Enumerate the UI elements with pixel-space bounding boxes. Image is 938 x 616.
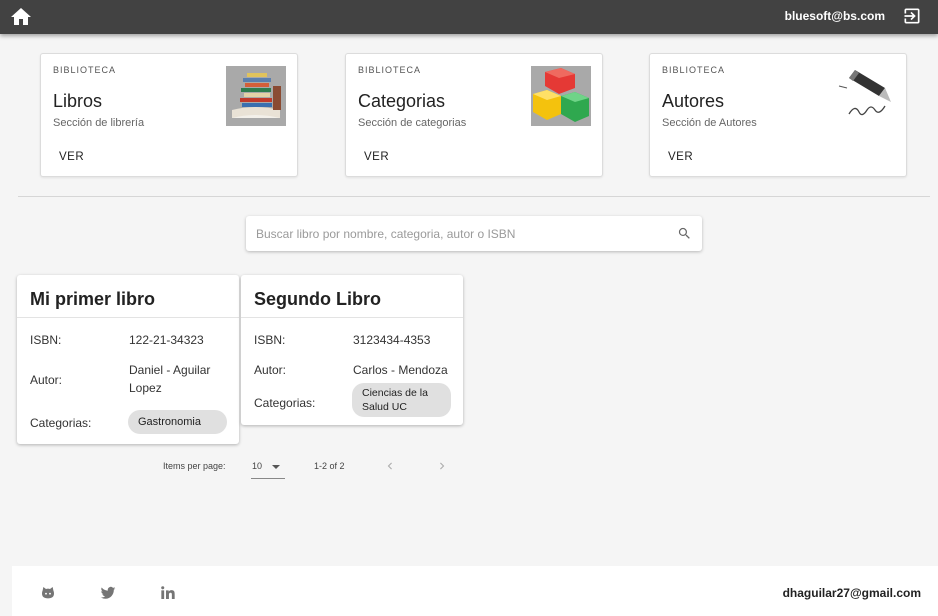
page-size-value: 10 [252, 461, 263, 471]
book-title: Segundo Libro [241, 275, 463, 318]
user-email: bluesoft@bs.com [784, 9, 885, 23]
fountain-pen-image [835, 66, 895, 126]
category-card-categorias: BIBLIOTECA Categorias Sección de categor… [345, 53, 603, 177]
isbn-row: ISBN: 3123434-4353 [241, 318, 463, 360]
card-subtitle: Sección de librería [53, 117, 145, 129]
card-title: Autores [662, 91, 725, 111]
author-label: Autor: [254, 363, 287, 377]
github-icon[interactable] [40, 585, 56, 601]
card-overline: BIBLIOTECA [53, 65, 117, 75]
book-title: Mi primer libro [17, 275, 239, 318]
logout-icon[interactable] [902, 6, 922, 26]
colored-boxes-image [531, 66, 591, 126]
categories-row: Categorias: Ciencias de la Salud UC [241, 383, 463, 424]
linkedin-icon[interactable] [160, 585, 176, 601]
ver-libros-button[interactable]: VER [51, 147, 92, 167]
chevron-right-icon[interactable] [435, 459, 449, 473]
search-box [246, 216, 702, 251]
isbn-label: ISBN: [30, 333, 62, 347]
book-card: Mi primer libro ISBN: 122-21-34323 Autor… [17, 275, 239, 444]
category-card-autores: BIBLIOTECA Autores Sección de Autores VE… [649, 53, 907, 177]
search-icon[interactable] [677, 226, 692, 241]
book-card: Segundo Libro ISBN: 3123434-4353 Autor: … [241, 275, 463, 425]
card-title: Categorias [358, 91, 446, 111]
books-stack-image [226, 66, 286, 126]
footer: dhaguilar27@gmail.com [12, 566, 938, 616]
twitter-icon[interactable] [100, 585, 116, 601]
isbn-value: 3123434-4353 [353, 333, 431, 347]
search-input[interactable] [256, 216, 656, 251]
ver-categorias-button[interactable]: VER [356, 147, 397, 167]
category-chip[interactable]: Gastronomia [128, 410, 227, 434]
author-value: Carlos - Mendoza [353, 363, 448, 377]
ver-autores-button[interactable]: VER [660, 147, 701, 167]
chevron-left-icon[interactable] [383, 459, 397, 473]
card-overline: BIBLIOTECA [662, 65, 726, 75]
card-subtitle: Sección de categorias [358, 117, 467, 129]
paginator: Items per page: 10 1-2 of 2 [0, 455, 938, 480]
top-app-bar: bluesoft@bs.com [0, 0, 938, 34]
home-icon[interactable] [9, 5, 33, 29]
author-value: Daniel - Aguilar Lopez [129, 363, 211, 395]
card-subtitle: Sección de Autores [662, 117, 757, 129]
category-chip[interactable]: Ciencias de la Salud UC [352, 383, 451, 417]
card-title: Libros [53, 91, 103, 111]
categories-row: Categorias: Gastronomia [17, 400, 239, 440]
card-overline: BIBLIOTECA [358, 65, 422, 75]
footer-email: dhaguilar27@gmail.com [782, 586, 921, 600]
category-card-libros: BIBLIOTECA Libros Sección de librería VE… [40, 53, 298, 177]
isbn-label: ISBN: [254, 333, 286, 347]
isbn-row: ISBN: 122-21-34323 [17, 318, 239, 360]
range-label: 1-2 of 2 [314, 461, 345, 471]
isbn-value: 122-21-34323 [129, 333, 204, 347]
section-divider [18, 196, 930, 197]
author-label: Autor: [30, 373, 63, 387]
categories-label: Categorias: [30, 416, 92, 430]
items-per-page-label: Items per page: [163, 461, 226, 471]
page-size-select[interactable]: 10 [251, 455, 285, 479]
chevron-down-icon [272, 465, 280, 469]
author-row: Autor: Daniel - Aguilar Lopez [17, 360, 239, 400]
categories-label: Categorias: [254, 396, 316, 410]
